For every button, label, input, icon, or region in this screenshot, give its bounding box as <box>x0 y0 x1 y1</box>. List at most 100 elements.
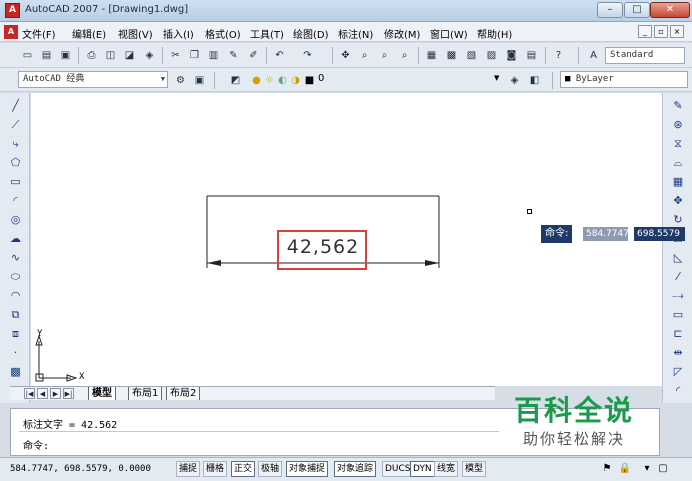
polyline-icon[interactable]: ⤷ <box>8 136 23 151</box>
toggle-ducs[interactable]: DUCS <box>382 461 414 477</box>
move-icon[interactable]: ✥ <box>670 193 686 208</box>
tab-layout1[interactable]: 布局1 <box>128 387 163 400</box>
minimize-button[interactable]: – <box>597 2 623 18</box>
chamfer-icon[interactable]: ◸ <box>670 364 686 379</box>
menu-modify[interactable]: 修改(M) <box>384 26 420 41</box>
next-tab-icon[interactable]: ▶ <box>50 388 61 399</box>
chevron-down-icon[interactable]: ▼ <box>494 74 499 82</box>
toggle-dyn[interactable]: DYN <box>410 461 435 477</box>
offset-icon[interactable]: ⌓ <box>670 155 686 170</box>
save-workspace-icon[interactable]: ▣ <box>192 73 207 88</box>
copy-icon[interactable]: ❐ <box>187 48 202 63</box>
toggle-snap[interactable]: 捕捉 <box>176 461 201 477</box>
new-file-icon[interactable]: ▭ <box>20 48 35 63</box>
fillet-icon[interactable]: ◜ <box>670 383 686 398</box>
doc-close-button[interactable]: × <box>670 25 684 38</box>
menu-format[interactable]: 格式(O) <box>205 26 241 41</box>
erase-icon[interactable]: ✎ <box>670 98 686 113</box>
insert-block-icon[interactable]: ⧉ <box>8 307 23 322</box>
block-editor-icon[interactable]: ✐ <box>246 48 261 63</box>
toolbar-lock-icon[interactable]: 🔒 <box>618 462 632 476</box>
first-tab-icon[interactable]: |◀ <box>24 388 35 399</box>
arc-icon[interactable]: ◜ <box>8 193 23 208</box>
toggle-ortho[interactable]: 正交 <box>231 461 256 477</box>
undo-icon[interactable]: ↶ <box>272 48 287 63</box>
workspace-settings-icon[interactable]: ⚙ <box>173 73 188 88</box>
menu-draw[interactable]: 绘图(D) <box>293 26 329 41</box>
hatch-icon[interactable]: ▩ <box>8 364 23 379</box>
tool-palettes-icon[interactable]: ▧ <box>464 48 479 63</box>
spline-icon[interactable]: ∿ <box>8 250 23 265</box>
menu-tools[interactable]: 工具(T) <box>250 26 284 41</box>
layer-manager-icon[interactable]: ◩ <box>228 73 243 88</box>
toggle-model[interactable]: 模型 <box>462 461 487 477</box>
make-block-icon[interactable]: ⧈ <box>8 326 23 341</box>
print-icon[interactable]: ⎙ <box>84 48 99 63</box>
help-icon[interactable]: ? <box>551 48 566 63</box>
color-control-select[interactable]: ■ ByLayer <box>560 71 688 88</box>
stretch-icon[interactable]: ◺ <box>670 250 686 265</box>
layer-name[interactable]: 0 <box>318 73 324 84</box>
doc-restore-button[interactable]: ▫ <box>654 25 668 38</box>
zoom-realtime-icon[interactable]: ⌕ <box>357 48 372 63</box>
maximize-button[interactable]: □ <box>624 2 650 18</box>
sheet-set-icon[interactable]: ▨ <box>484 48 499 63</box>
redo-icon[interactable]: ↷ <box>300 48 315 63</box>
publish-icon[interactable]: ◪ <box>122 48 137 63</box>
match-properties-icon[interactable]: ✎ <box>226 48 241 63</box>
ellipse-icon[interactable]: ⬭ <box>8 269 23 284</box>
join-icon[interactable]: ⇹ <box>670 345 686 360</box>
previous-tab-icon[interactable]: ◀ <box>37 388 48 399</box>
polygon-icon[interactable]: ⬠ <box>8 155 23 170</box>
menu-window[interactable]: 窗口(W) <box>430 26 468 41</box>
tab-layout2[interactable]: 布局2 <box>166 387 201 400</box>
text-style-select[interactable]: Standard <box>605 47 685 64</box>
toggle-grid[interactable]: 栅格 <box>203 461 228 477</box>
paste-icon[interactable]: ▥ <box>206 48 221 63</box>
point-icon[interactable]: · <box>8 345 23 360</box>
tab-model[interactable]: 模型 <box>88 387 116 400</box>
doc-minimize-button[interactable]: _ <box>638 25 652 38</box>
properties-icon[interactable]: ▦ <box>424 48 439 63</box>
revision-cloud-icon[interactable]: ☁ <box>8 231 23 246</box>
save-icon[interactable]: ▣ <box>58 48 73 63</box>
mirror-icon[interactable]: ⧖ <box>670 136 686 151</box>
pan-icon[interactable]: ✥ <box>338 48 353 63</box>
layer-previous-icon[interactable]: ◧ <box>527 73 542 88</box>
command-prompt[interactable]: 命令: <box>23 437 49 452</box>
make-layer-current-icon[interactable]: ◈ <box>507 73 522 88</box>
toggle-osnap[interactable]: 对象捕捉 <box>286 461 329 477</box>
extend-icon[interactable]: ⤍ <box>670 288 686 303</box>
lock-open-icon[interactable]: ◑ <box>288 73 303 88</box>
zoom-window-icon[interactable]: ⌕ <box>377 48 392 63</box>
toggle-otrack[interactable]: 对象追踪 <box>334 461 377 477</box>
menu-help[interactable]: 帮助(H) <box>477 26 512 41</box>
plot-icon[interactable]: ◈ <box>142 48 157 63</box>
cut-icon[interactable]: ✂ <box>168 48 183 63</box>
break-icon[interactable]: ▭ <box>670 307 686 322</box>
copy-object-icon[interactable]: ⊛ <box>670 117 686 132</box>
design-center-icon[interactable]: ▩ <box>444 48 459 63</box>
dimension-text[interactable]: 42,562 <box>280 236 366 258</box>
break-at-point-icon[interactable]: ⊏ <box>670 326 686 341</box>
close-button[interactable]: ✕ <box>650 2 690 18</box>
menu-view[interactable]: 视图(V) <box>118 26 153 41</box>
rectangle-icon[interactable]: ▭ <box>8 174 23 189</box>
ellipse-arc-icon[interactable]: ◠ <box>8 288 23 303</box>
open-file-icon[interactable]: ▤ <box>39 48 54 63</box>
calculator-icon[interactable]: ▤ <box>524 48 539 63</box>
zoom-previous-icon[interactable]: ⌕ <box>397 48 412 63</box>
chevron-down-icon[interactable]: ▾ <box>640 462 654 476</box>
menu-insert[interactable]: 插入(I) <box>163 26 194 41</box>
markup-icon[interactable]: ◙ <box>504 48 519 63</box>
menu-edit[interactable]: 编辑(E) <box>72 26 106 41</box>
toggle-polar[interactable]: 极轴 <box>258 461 283 477</box>
document-icon[interactable]: A <box>4 25 18 39</box>
workspace-select[interactable]: AutoCAD 经典 ▼ <box>18 71 168 88</box>
rotate-icon[interactable]: ↻ <box>670 212 686 227</box>
trim-icon[interactable]: ⁄ <box>670 269 686 284</box>
print-preview-icon[interactable]: ◫ <box>103 48 118 63</box>
dynamic-input-y[interactable]: 698.5579 <box>634 227 685 241</box>
menu-file[interactable]: 文件(F) <box>22 26 56 41</box>
last-tab-icon[interactable]: ▶| <box>63 388 74 399</box>
